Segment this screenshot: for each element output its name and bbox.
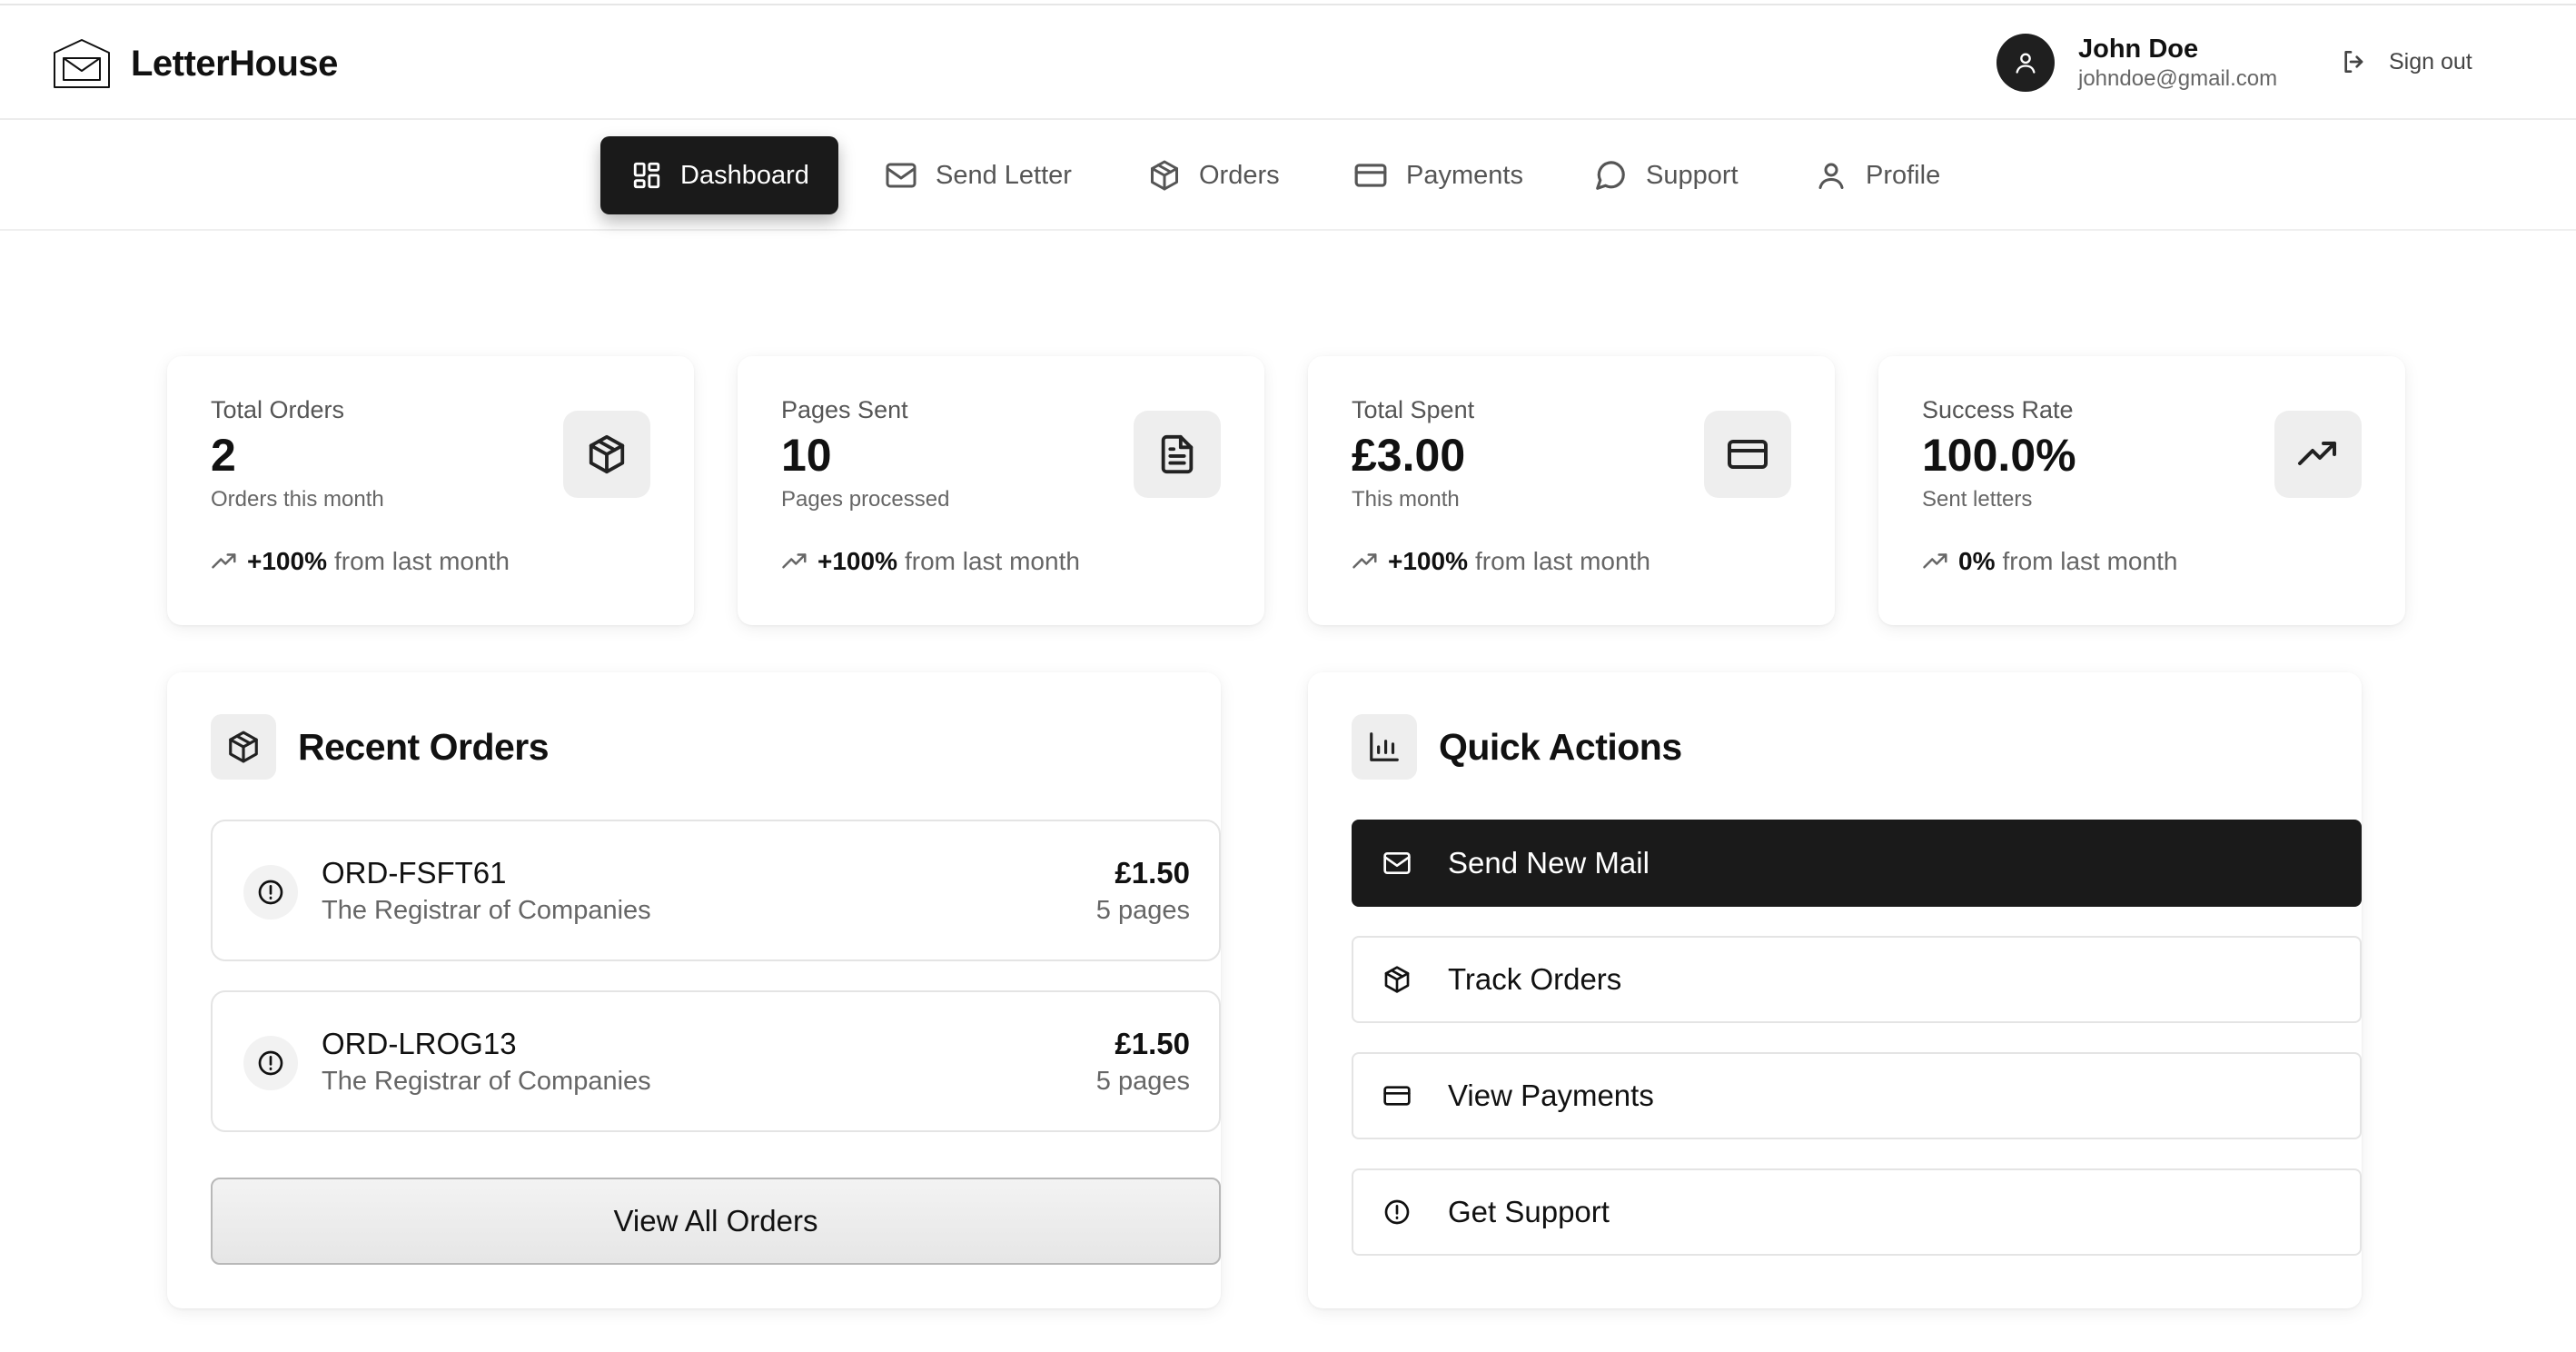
avatar[interactable] <box>1996 34 2055 92</box>
action-label: Track Orders <box>1448 962 1622 996</box>
view-all-orders-button[interactable]: View All Orders <box>211 1178 1221 1265</box>
tab-label: Support <box>1646 160 1739 190</box>
trend-value: +100% <box>1388 547 1468 575</box>
panel-title: Quick Actions <box>1439 725 1682 768</box>
user-menu[interactable]: John Doe johndoe@gmail.com <box>1996 33 2277 93</box>
file-text-icon <box>1134 411 1221 498</box>
stat-label: Total Orders <box>211 396 345 423</box>
trend-suffix: from last month <box>2002 547 2178 575</box>
trend-value: +100% <box>247 547 327 575</box>
action-label: View Payments <box>1448 1079 1654 1112</box>
alert-circle-icon <box>243 1036 298 1090</box>
order-pages: 5 pages <box>1095 1067 1190 1096</box>
logo[interactable]: LetterHouse <box>51 36 338 91</box>
order-price: £1.50 <box>1115 1027 1190 1060</box>
sign-out-button[interactable]: Sign out <box>2340 47 2472 76</box>
order-id: ORD-LROG13 <box>322 1027 517 1060</box>
trending-up-icon <box>782 553 807 569</box>
layout-grid-icon <box>633 162 660 189</box>
track-orders-button[interactable]: Track Orders <box>1352 936 2362 1023</box>
mail-icon <box>886 163 916 188</box>
recent-orders-panel: Recent Orders ORD-FSFT61 The Registrar o… <box>167 672 1221 1308</box>
stat-subtitle: This month <box>1352 487 1460 512</box>
mail-icon <box>1383 852 1411 874</box>
tab-dashboard[interactable]: Dashboard <box>600 136 838 214</box>
tab-label: Dashboard <box>680 160 809 190</box>
tab-payments[interactable]: Payments <box>1323 136 1552 214</box>
trend-value: 0% <box>1958 547 1996 575</box>
order-row[interactable]: ORD-FSFT61 The Registrar of Companies £1… <box>211 820 1221 961</box>
stat-subtitle: Pages processed <box>781 487 950 512</box>
tab-label: Profile <box>1866 160 1941 190</box>
app-header: LetterHouse John Doe johndoe@gmail.com S… <box>0 4 2576 120</box>
stat-card-total-orders: Total Orders 2 Orders this month +100% f… <box>167 356 694 625</box>
action-label: Send New Mail <box>1448 846 1650 880</box>
order-pages: 5 pages <box>1095 896 1190 925</box>
sign-out-label: Sign out <box>2389 48 2472 75</box>
app-name: LetterHouse <box>131 43 338 84</box>
trending-up-icon <box>1352 553 1377 569</box>
package-icon <box>563 411 650 498</box>
stat-trend: 0% from last month <box>1922 547 2177 576</box>
log-out-icon <box>2340 47 2369 76</box>
trend-value: +100% <box>817 547 897 575</box>
main-nav: Dashboard Send Letter Orders Payments Su… <box>0 120 2576 231</box>
tab-label: Orders <box>1199 160 1280 190</box>
get-support-button[interactable]: Get Support <box>1352 1168 2362 1256</box>
package-icon <box>1151 160 1178 191</box>
tab-label: Send Letter <box>936 160 1072 190</box>
order-id: ORD-FSFT61 <box>322 856 507 890</box>
order-recipient: The Registrar of Companies <box>322 1067 651 1096</box>
message-circle-icon <box>1596 161 1625 190</box>
trend-suffix: from last month <box>1474 547 1650 575</box>
order-recipient: The Registrar of Companies <box>322 896 651 925</box>
stat-trend: +100% from last month <box>781 547 1080 576</box>
tab-orders[interactable]: Orders <box>1117 136 1309 214</box>
bar-chart-icon <box>1352 714 1417 780</box>
alert-circle-icon <box>1384 1199 1410 1225</box>
stat-label: Total Spent <box>1352 396 1475 423</box>
stat-card-total-spent: Total Spent £3.00 This month +100% from … <box>1308 356 1835 625</box>
credit-card-icon <box>1704 411 1791 498</box>
user-name: John Doe <box>2078 35 2199 64</box>
credit-card-icon <box>1383 1086 1411 1106</box>
trend-suffix: from last month <box>904 547 1080 575</box>
send-new-mail-button[interactable]: Send New Mail <box>1352 820 2362 907</box>
panel-title: Recent Orders <box>298 725 550 768</box>
stat-value: £3.00 <box>1352 430 1466 481</box>
stat-subtitle: Sent letters <box>1922 487 2033 512</box>
stat-value: 100.0% <box>1922 430 2076 481</box>
action-label: Get Support <box>1448 1195 1610 1228</box>
trending-up-icon <box>2274 411 2362 498</box>
trending-up-icon <box>1923 553 1947 569</box>
logo-mailbox-icon <box>51 36 113 91</box>
stat-label: Pages Sent <box>781 396 908 423</box>
stat-card-pages-sent: Pages Sent 10 Pages processed +100% from… <box>738 356 1264 625</box>
user-icon <box>2016 53 2036 74</box>
package-icon <box>1384 966 1410 993</box>
tab-support[interactable]: Support <box>1562 136 1768 214</box>
tab-profile[interactable]: Profile <box>1784 136 1969 214</box>
trending-up-icon <box>212 553 236 569</box>
order-price: £1.50 <box>1115 856 1190 890</box>
credit-card-icon <box>1354 164 1387 187</box>
user-icon <box>1818 163 1844 189</box>
view-payments-button[interactable]: View Payments <box>1352 1052 2362 1139</box>
quick-actions-panel: Quick Actions Send New Mail Track Orders… <box>1308 672 2362 1308</box>
package-icon <box>211 714 276 780</box>
order-row[interactable]: ORD-LROG13 The Registrar of Companies £1… <box>211 990 1221 1132</box>
stat-trend: +100% from last month <box>211 547 510 576</box>
tab-label: Payments <box>1406 160 1523 190</box>
tab-send-letter[interactable]: Send Letter <box>854 136 1101 214</box>
stat-label: Success Rate <box>1922 396 2074 423</box>
stat-value: 2 <box>211 430 236 481</box>
user-email: johndoe@gmail.com <box>2078 66 2278 91</box>
stat-value: 10 <box>781 430 832 481</box>
stat-subtitle: Orders this month <box>211 487 384 512</box>
alert-circle-icon <box>243 865 298 920</box>
stat-card-success-rate: Success Rate 100.0% Sent letters 0% from… <box>1878 356 2405 625</box>
trend-suffix: from last month <box>333 547 510 575</box>
stat-trend: +100% from last month <box>1352 547 1650 576</box>
